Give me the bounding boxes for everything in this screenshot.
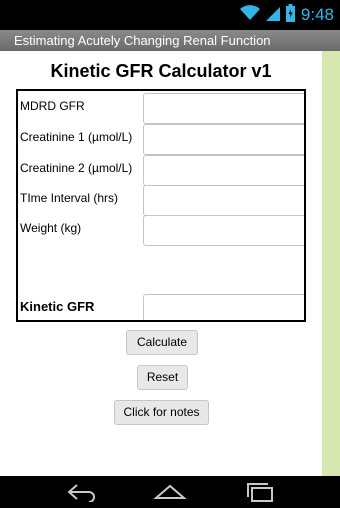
notes-button[interactable]: Click for notes	[114, 400, 209, 425]
page-title: Kinetic GFR Calculator v1	[50, 61, 272, 81]
navigation-bar	[0, 476, 340, 508]
reset-button[interactable]: Reset	[137, 365, 188, 390]
form-row-creatinine-1: Creatinine 1 (µmol/L)	[18, 122, 304, 155]
input-form: MDRD GFR Creatinine 1 (µmol/L) Creatinin…	[16, 89, 306, 322]
status-bar: 9:48	[0, 0, 340, 30]
app-title-bar: Estimating Acutely Changing Renal Functi…	[0, 30, 340, 51]
form-row-mdrd-gfr: MDRD GFR	[18, 91, 304, 124]
wifi-icon	[239, 4, 260, 26]
time-interval-label: TIme Interval (hrs)	[20, 191, 119, 205]
form-row-creatinine-2: Creatinine 2 (µmol/L)	[18, 153, 304, 186]
side-strip	[322, 51, 340, 476]
weight-input[interactable]	[143, 215, 304, 246]
clock: 9:48	[300, 5, 334, 24]
creatinine-1-label: Creatinine 1 (µmol/L)	[20, 130, 133, 144]
recent-apps-icon[interactable]	[243, 482, 277, 502]
mdrd-gfr-input[interactable]	[143, 93, 304, 124]
battery-icon	[285, 3, 295, 27]
signal-icon	[265, 5, 280, 26]
creatinine-2-label: Creatinine 2 (µmol/L)	[20, 161, 133, 175]
weight-label: Weight (kg)	[20, 221, 82, 235]
kinetic-gfr-label: Kinetic GFR	[20, 299, 95, 314]
calculate-button[interactable]: Calculate	[126, 330, 198, 355]
status-icons: 9:48	[239, 3, 334, 27]
kinetic-gfr-output[interactable]	[143, 294, 304, 320]
form-row-time-interval: TIme Interval (hrs)	[18, 183, 304, 216]
creatinine-1-input[interactable]	[143, 124, 304, 155]
creatinine-2-input[interactable]	[143, 155, 304, 186]
form-row-kinetic-gfr: Kinetic GFR	[18, 292, 304, 320]
back-icon[interactable]	[65, 482, 99, 503]
mdrd-gfr-label: MDRD GFR	[20, 99, 85, 113]
home-icon[interactable]	[153, 482, 187, 502]
form-row-weight: Weight (kg)	[18, 213, 304, 246]
time-interval-input[interactable]	[143, 185, 304, 216]
screen-content: Kinetic GFR Calculator v1 MDRD GFR Creat…	[0, 51, 340, 476]
